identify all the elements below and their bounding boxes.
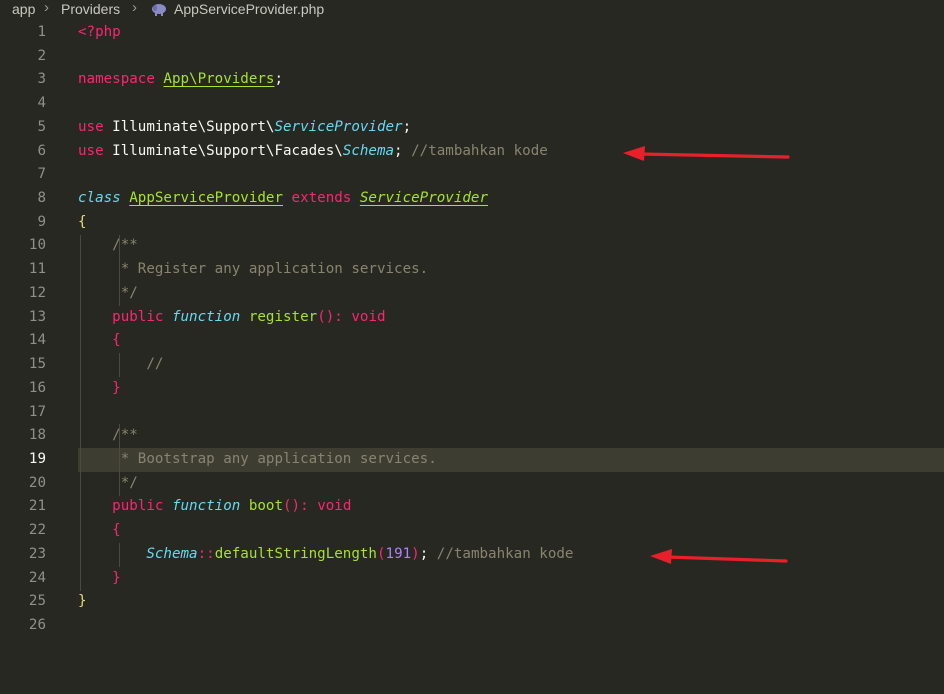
indent-guide	[119, 543, 120, 567]
indent-guide	[119, 234, 120, 306]
indent-guide	[80, 234, 81, 591]
indent-guide	[119, 424, 120, 496]
red-arrow-icon	[650, 549, 788, 564]
annotation-layer	[623, 146, 790, 564]
indent-guide	[119, 353, 120, 377]
red-arrow-icon	[623, 146, 790, 161]
